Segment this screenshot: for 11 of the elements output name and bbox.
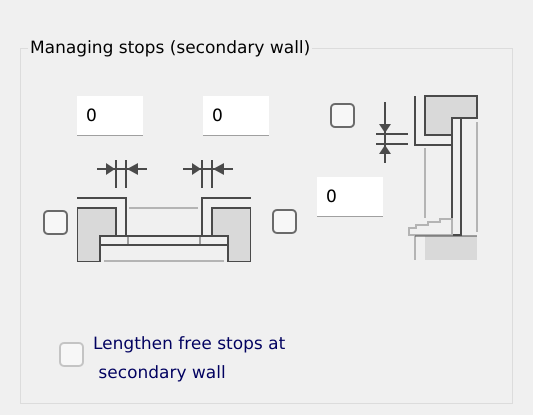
input-field[interactable]: 0 xyxy=(317,177,383,217)
group-title: Managing stops (secondary wall) xyxy=(28,37,312,59)
input-field[interactable]: 0 xyxy=(77,96,143,136)
dimension-arrow-icon xyxy=(183,160,233,188)
dimension-arrow-icon xyxy=(376,102,408,163)
checkbox[interactable] xyxy=(330,103,355,128)
checkbox[interactable] xyxy=(43,210,68,235)
dimension-arrow-icon xyxy=(97,160,147,188)
checkbox[interactable] xyxy=(272,209,297,234)
input-field[interactable]: 0 xyxy=(203,96,269,136)
option-label: Lengthen free stops at secondary wall xyxy=(93,333,286,385)
